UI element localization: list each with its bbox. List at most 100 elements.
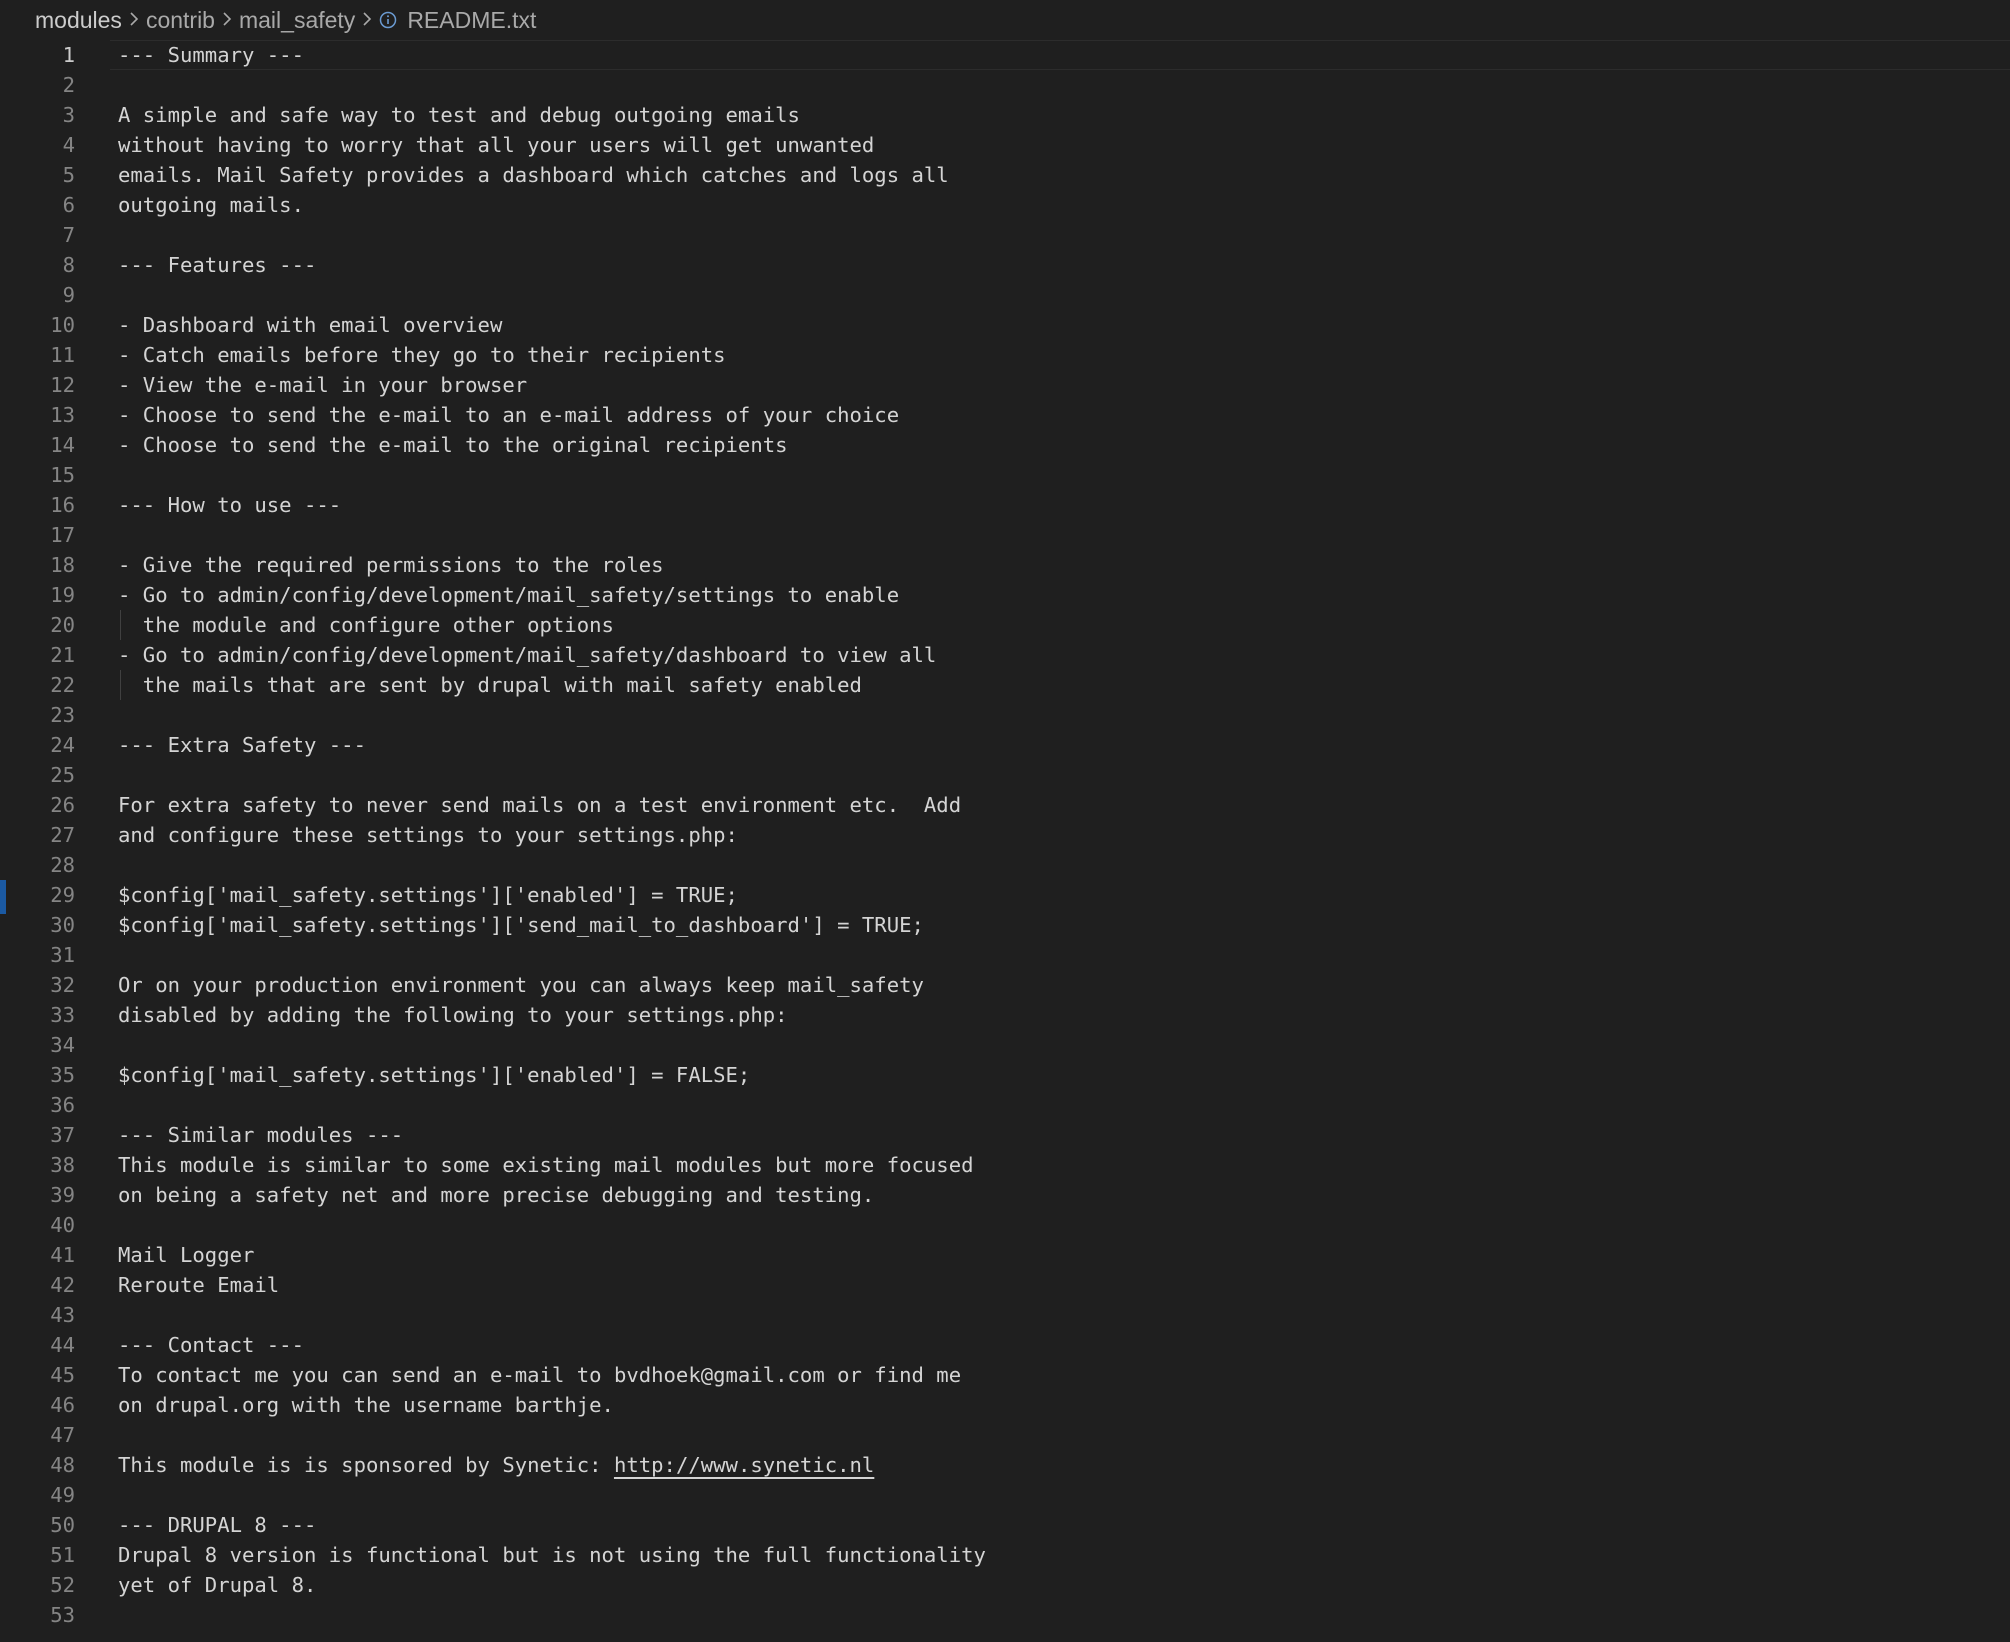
code-line[interactable]: 19 - Go to admin/config/development/mail_…	[0, 580, 2010, 610]
code-line[interactable]: 50 --- DRUPAL 8 ---	[0, 1510, 2010, 1540]
code-line[interactable]: 48 This module is is sponsored by Synetic…	[0, 1450, 2010, 1480]
line-number: 3	[62, 103, 75, 127]
code-line[interactable]: 20 the module and configure other option…	[0, 610, 2010, 640]
line-number: 51	[50, 1543, 75, 1567]
line-number: 13	[50, 403, 75, 427]
chevron-right-icon	[128, 7, 140, 34]
code-line[interactable]: 23	[0, 700, 2010, 730]
code-line[interactable]: 12 - View the e-mail in your browser	[0, 370, 2010, 400]
code-line[interactable]: 47	[0, 1420, 2010, 1450]
line-number: 4	[62, 133, 75, 157]
code-line[interactable]: 43	[0, 1300, 2010, 1330]
breadcrumb-modules[interactable]: modules	[35, 7, 122, 34]
line-text: outgoing mails.	[118, 193, 304, 217]
line-number: 7	[62, 223, 75, 247]
code-line[interactable]: 45 To contact me you can send an e-mail t…	[0, 1360, 2010, 1390]
code-editor[interactable]: 1 --- Summary --- 2 3 A simple and safe way …	[0, 40, 2010, 1642]
line-number: 35	[50, 1063, 75, 1087]
line-text: without having to worry that all your us…	[118, 133, 875, 157]
code-line[interactable]: 42 Reroute Email	[0, 1270, 2010, 1300]
line-number: 14	[50, 433, 75, 457]
line-number: 20	[50, 613, 75, 637]
code-line[interactable]: 17	[0, 520, 2010, 550]
code-line[interactable]: 37 --- Similar modules ---	[0, 1120, 2010, 1150]
line-number: 41	[50, 1243, 75, 1267]
breadcrumb-file[interactable]: README.txt	[407, 7, 536, 34]
line-text: - Catch emails before they go to their r…	[118, 343, 726, 367]
code-line[interactable]: 21 - Go to admin/config/development/mail_…	[0, 640, 2010, 670]
line-text: --- Contact ---	[118, 1333, 304, 1357]
code-line[interactable]: 26 For extra safety to never send mails o…	[0, 790, 2010, 820]
info-icon	[379, 11, 397, 29]
code-line[interactable]: 49	[0, 1480, 2010, 1510]
code-line[interactable]: 24 --- Extra Safety ---	[0, 730, 2010, 760]
line-number: 17	[50, 523, 75, 547]
code-line[interactable]: 14 - Choose to send the e-mail to the ori…	[0, 430, 2010, 460]
line-text: --- Extra Safety ---	[118, 733, 366, 757]
code-line[interactable]: 33 disabled by adding the following to yo…	[0, 1000, 2010, 1030]
line-text: --- DRUPAL 8 ---	[118, 1513, 317, 1537]
line-number: 37	[50, 1123, 75, 1147]
code-line[interactable]: 41 Mail Logger	[0, 1240, 2010, 1270]
code-line[interactable]: 29 $config['mail_safety.settings']['enabl…	[0, 880, 2010, 910]
sponsor-link[interactable]: http://www.synetic.nl	[614, 1450, 874, 1480]
code-line[interactable]: 4 without having to worry that all your u…	[0, 130, 2010, 160]
code-line[interactable]: 31	[0, 940, 2010, 970]
code-line[interactable]: 39 on being a safety net and more precise…	[0, 1180, 2010, 1210]
code-line[interactable]: 9	[0, 280, 2010, 310]
code-line[interactable]: 35 $config['mail_safety.settings']['enabl…	[0, 1060, 2010, 1090]
line-number: 34	[50, 1033, 75, 1057]
line-number: 32	[50, 973, 75, 997]
line-number: 22	[50, 673, 75, 697]
code-line[interactable]: 8 --- Features ---	[0, 250, 2010, 280]
code-line[interactable]: 44 --- Contact ---	[0, 1330, 2010, 1360]
code-line[interactable]: 27 and configure these settings to your s…	[0, 820, 2010, 850]
code-line[interactable]: 11 - Catch emails before they go to their…	[0, 340, 2010, 370]
code-line[interactable]: 5 emails. Mail Safety provides a dashboar…	[0, 160, 2010, 190]
line-number: 45	[50, 1363, 75, 1387]
line-number: 39	[50, 1183, 75, 1207]
code-line[interactable]: 3 A simple and safe way to test and debug…	[0, 100, 2010, 130]
breadcrumb-contrib[interactable]: contrib	[146, 7, 215, 34]
code-line[interactable]: 16 --- How to use ---	[0, 490, 2010, 520]
code-line[interactable]: 1 --- Summary ---	[0, 40, 2010, 70]
code-line[interactable]: 28	[0, 850, 2010, 880]
code-line[interactable]: 22 the mails that are sent by drupal wit…	[0, 670, 2010, 700]
code-line[interactable]: 40	[0, 1210, 2010, 1240]
line-number: 23	[50, 703, 75, 727]
code-line[interactable]: 52 yet of Drupal 8.	[0, 1570, 2010, 1600]
line-number: 18	[50, 553, 75, 577]
line-text: $config['mail_safety.settings']['enabled…	[118, 1063, 751, 1087]
code-line[interactable]: 25	[0, 760, 2010, 790]
code-line[interactable]: 38 This module is similar to some existin…	[0, 1150, 2010, 1180]
code-line[interactable]: 10 - Dashboard with email overview	[0, 310, 2010, 340]
line-number: 29	[50, 883, 75, 907]
code-line[interactable]: 32 Or on your production environment you …	[0, 970, 2010, 1000]
code-line[interactable]: 7	[0, 220, 2010, 250]
line-text: - Give the required permissions to the r…	[118, 553, 664, 577]
line-number: 33	[50, 1003, 75, 1027]
line-number: 24	[50, 733, 75, 757]
code-line[interactable]: 6 outgoing mails.	[0, 190, 2010, 220]
line-text: For extra safety to never send mails on …	[118, 793, 962, 817]
code-line[interactable]: 13 - Choose to send the e-mail to an e-ma…	[0, 400, 2010, 430]
code-line[interactable]: 53	[0, 1600, 2010, 1630]
line-text: To contact me you can send an e-mail to …	[118, 1363, 962, 1387]
code-line[interactable]: 18 - Give the required permissions to the…	[0, 550, 2010, 580]
line-text: - Dashboard with email overview	[118, 313, 503, 337]
line-text: $config['mail_safety.settings']['enabled…	[118, 883, 738, 907]
code-line[interactable]: 51 Drupal 8 version is functional but is …	[0, 1540, 2010, 1570]
code-line[interactable]: 36	[0, 1090, 2010, 1120]
code-line[interactable]: 34	[0, 1030, 2010, 1060]
line-number: 26	[50, 793, 75, 817]
line-number: 8	[62, 253, 75, 277]
code-line[interactable]: 2	[0, 70, 2010, 100]
code-line[interactable]: 46 on drupal.org with the username barthj…	[0, 1390, 2010, 1420]
line-number: 2	[62, 73, 75, 97]
code-line[interactable]: 15	[0, 460, 2010, 490]
code-line[interactable]: 30 $config['mail_safety.settings']['send_…	[0, 910, 2010, 940]
line-text: - Go to admin/config/development/mail_sa…	[118, 583, 900, 607]
breadcrumb-mail-safety[interactable]: mail_safety	[239, 7, 355, 34]
line-text: Reroute Email	[118, 1273, 280, 1297]
line-text: Or on your production environment you ca…	[118, 973, 924, 997]
